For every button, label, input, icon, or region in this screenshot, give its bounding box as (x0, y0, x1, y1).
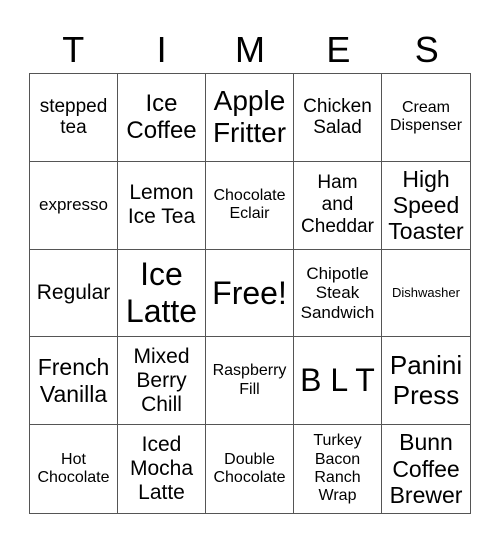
bingo-cell[interactable]: Apple Fritter (206, 74, 294, 162)
header-letter: S (414, 29, 439, 70)
cell-label: Bunn Coffee Brewer (389, 429, 463, 509)
cell-label: Ice Latte (125, 256, 198, 329)
bingo-cell[interactable]: Raspberry Fill (206, 337, 294, 426)
bingo-cell[interactable]: Ham and Cheddar (294, 161, 382, 250)
bingo-cell[interactable]: Chocolate Eclair (206, 161, 294, 250)
bingo-cell[interactable]: Panini Press (382, 337, 470, 426)
bingo-cell[interactable]: Ice Coffee (118, 74, 206, 162)
header-letter: I (156, 29, 167, 70)
bingo-cell[interactable]: French Vanilla (30, 337, 118, 426)
bingo-cell[interactable]: Double Chocolate (206, 425, 294, 513)
cell-label: Lemon Ice Tea (127, 181, 196, 229)
cell-label: Chipotle Steak Sandwich (300, 263, 375, 322)
bingo-cell[interactable]: Chicken Salad (294, 74, 382, 162)
cell-label: Free! (212, 274, 287, 311)
bingo-cell[interactable]: Dishwasher (382, 250, 470, 338)
cell-label: expresso (39, 195, 108, 215)
cell-label: High Speed Toaster (388, 165, 464, 245)
bingo-cell[interactable]: Iced Mocha Latte (118, 425, 206, 513)
bingo-cell[interactable]: expresso (30, 161, 118, 250)
bingo-cell[interactable]: B L T (294, 337, 382, 426)
bingo-cell[interactable]: Regular (30, 249, 118, 338)
bingo-cell[interactable]: Chipotle Steak Sandwich (294, 249, 382, 338)
cell-label: Chicken Salad (303, 95, 372, 139)
cell-label: Iced Mocha Latte (129, 432, 194, 505)
cell-label: stepped tea (39, 95, 108, 139)
cell-label: Panini Press (389, 349, 463, 410)
cell-label: Ice Coffee (126, 89, 197, 145)
cell-label: Dishwasher (392, 284, 460, 300)
bingo-cell[interactable]: Lemon Ice Tea (118, 161, 206, 250)
cell-label: Turkey Bacon Ranch Wrap (313, 432, 362, 505)
cell-label: Regular (36, 280, 111, 304)
cell-label: Hot Chocolate (37, 450, 110, 487)
cell-label: Cream Dispenser (389, 99, 463, 135)
cell-label: Raspberry Fill (212, 362, 287, 398)
bingo-cell[interactable]: High Speed Toaster (382, 162, 470, 250)
header-letter: T (62, 29, 85, 70)
bingo-header: T I M E S (29, 28, 471, 72)
bingo-cell[interactable]: Bunn Coffee Brewer (382, 425, 470, 513)
header-letter: E (326, 29, 351, 70)
cell-label: Ham and Cheddar (301, 172, 374, 238)
cell-label: B L T (300, 362, 375, 399)
bingo-cell[interactable]: stepped tea (30, 74, 118, 162)
cell-label: Apple Fritter (212, 85, 287, 149)
cell-label: Double Chocolate (213, 450, 286, 487)
bingo-grid: stepped tea Ice Coffee Apple Fritter Chi… (29, 73, 471, 514)
cell-label: French Vanilla (37, 354, 110, 407)
bingo-cell[interactable]: Ice Latte (118, 249, 206, 338)
cell-label: Mixed Berry Chill (133, 344, 190, 416)
free-space[interactable]: Free! (206, 249, 294, 338)
bingo-cell[interactable]: Hot Chocolate (30, 425, 118, 513)
cell-label: Chocolate Eclair (213, 186, 286, 223)
bingo-cell[interactable]: Cream Dispenser (382, 74, 470, 162)
bingo-cell[interactable]: Turkey Bacon Ranch Wrap (294, 425, 382, 513)
bingo-cell[interactable]: Mixed Berry Chill (118, 337, 206, 426)
header-letter: M (234, 29, 265, 70)
